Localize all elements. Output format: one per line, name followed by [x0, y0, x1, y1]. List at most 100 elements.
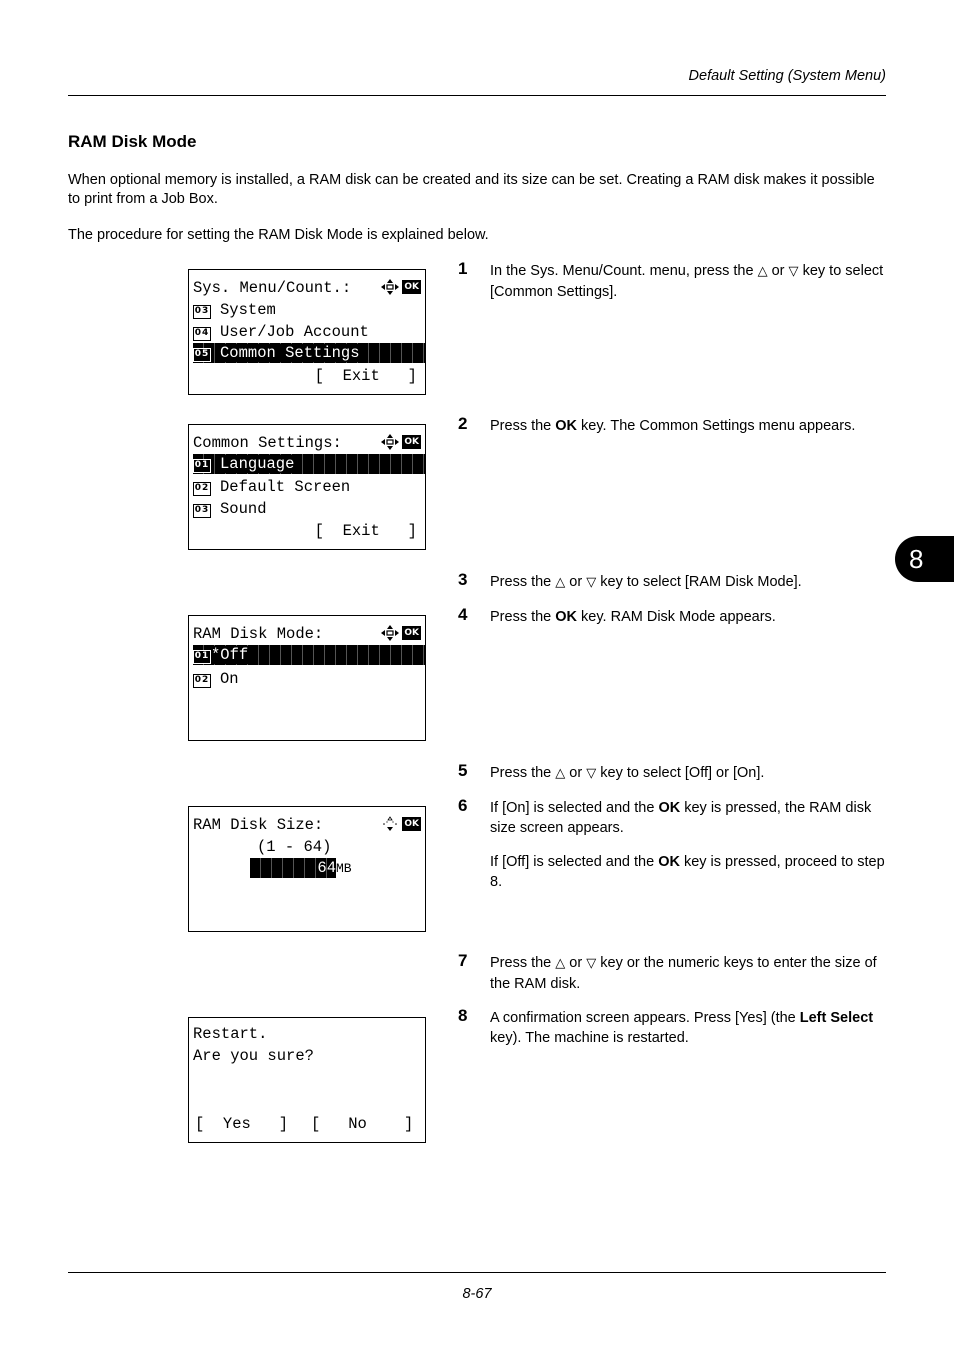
option-on[interactable]: 02 On	[193, 669, 425, 689]
text: key to select [RAM Disk Mode].	[596, 574, 802, 590]
intro-paragraph: When optional memory is installed, a RAM…	[68, 172, 875, 207]
item-label: *Off	[211, 646, 249, 664]
exit-softkey[interactable]: [ Exit ]	[315, 521, 417, 541]
text: A confirmation screen appears. Press [Ye…	[490, 1010, 800, 1026]
chapter-tab: 8	[895, 536, 954, 582]
text: Press the	[490, 609, 556, 625]
ok-key-icon: OK	[402, 435, 421, 449]
menu-item-language[interactable]: 01 Language	[193, 454, 425, 474]
text: or	[565, 574, 587, 590]
footer-rule	[68, 1272, 886, 1273]
step-number: 5	[458, 761, 468, 780]
item-label: System	[220, 301, 276, 319]
step-text: Press the △ or ▽ key to select [RAM Disk…	[490, 572, 888, 593]
yes-softkey[interactable]: [ Yes ]	[195, 1114, 288, 1134]
lcd-screen-common-settings: Common Settings: OK 01 Language 02 Default…	[188, 424, 426, 550]
text: If [Off] is selected and the	[490, 854, 659, 870]
text: key. RAM Disk Mode appears.	[577, 609, 776, 625]
step-text: Press the OK key. RAM Disk Mode appears.	[490, 607, 888, 627]
step-text: A confirmation screen appears. Press [Ye…	[490, 1008, 888, 1048]
text: or	[767, 263, 789, 279]
step-number: 4	[458, 605, 468, 624]
lcd-screen-restart-confirm: Restart. Are you sure? [ Yes ] [ No ]	[188, 1017, 426, 1143]
item-number: 01	[193, 459, 211, 473]
up-key-icon: △	[555, 575, 566, 590]
four-way-arrows-icon	[381, 434, 400, 450]
lcd-screen-ram-disk-size: RAM Disk Size: OK (1 - 64) 64MB	[188, 806, 426, 932]
item-number: 02	[193, 482, 211, 496]
ok-key-icon: OK	[402, 817, 421, 831]
ok-key-label: OK	[658, 800, 681, 816]
chapter-number: 8	[909, 543, 924, 574]
ok-key-label: OK	[555, 609, 578, 625]
up-key-icon: △	[757, 264, 768, 279]
nav-ok-indicator: OK	[381, 279, 421, 295]
step-number: 2	[458, 414, 468, 433]
exit-softkey[interactable]: [ Exit ]	[315, 366, 417, 386]
four-way-arrows-icon	[381, 625, 400, 641]
down-key-icon: ▽	[586, 956, 597, 971]
step-text: Press the △ or ▽ key to select [Off] or …	[490, 763, 888, 784]
item-label: On	[220, 670, 239, 688]
item-number: 03	[193, 305, 211, 319]
item-label: User/Job Account	[220, 323, 369, 341]
menu-item-sound[interactable]: 03 Sound	[193, 499, 425, 519]
option-off[interactable]: 01 *Off	[193, 645, 425, 665]
lcd-screen-ram-disk-mode: RAM Disk Mode: OK 01 *Off 02 On	[188, 615, 426, 741]
down-key-icon: ▽	[788, 264, 799, 279]
running-header: Default Setting (System Menu)	[688, 68, 886, 84]
ok-key-icon: OK	[402, 626, 421, 640]
item-number: 01	[193, 650, 211, 664]
item-number: 04	[193, 327, 211, 341]
ok-key-icon: OK	[402, 280, 421, 294]
menu-item-common-settings[interactable]: 05 Common Settings	[193, 343, 425, 363]
step-text: Press the △ or ▽ key or the numeric keys…	[490, 953, 888, 994]
no-softkey[interactable]: [ No ]	[311, 1114, 413, 1134]
procedure-intro: The procedure for setting the RAM Disk M…	[68, 227, 489, 243]
item-number: 03	[193, 504, 211, 518]
size-value-field[interactable]: 64	[250, 858, 336, 878]
ok-key-label: OK	[555, 418, 578, 434]
menu-item-user-job-account[interactable]: 04 User/Job Account	[193, 322, 425, 342]
text: Press the	[490, 955, 556, 971]
confirm-line-1: Restart.	[193, 1025, 268, 1043]
lcd-screen-sys-menu: Sys. Menu/Count.: OK 03 System 04 User/Job…	[188, 269, 426, 395]
text: key). The machine is restarted.	[490, 1030, 689, 1046]
ok-key-label: OK	[658, 854, 680, 870]
header-rule	[68, 95, 886, 96]
item-label: Sound	[220, 500, 267, 518]
page-number: 8-67	[462, 1286, 492, 1302]
text: key. The Common Settings menu appears.	[577, 418, 856, 434]
size-range: (1 - 64)	[257, 838, 332, 856]
step-number: 3	[458, 570, 468, 589]
left-select-key-label: Left Select	[799, 1010, 874, 1026]
text: If [On] is selected and the	[490, 800, 659, 816]
four-way-arrows-icon	[381, 279, 400, 295]
nav-ok-indicator: OK	[381, 625, 421, 641]
item-label: Default Screen	[220, 478, 351, 496]
step-text-note: If [Off] is selected and the OK key is p…	[490, 852, 888, 892]
up-down-arrows-icon	[383, 816, 398, 831]
menu-item-default-screen[interactable]: 02 Default Screen	[193, 477, 425, 497]
down-key-icon: ▽	[586, 575, 597, 590]
size-input-row: 64MB	[250, 858, 425, 878]
item-label: Common Settings	[220, 344, 360, 362]
up-key-icon: △	[555, 766, 566, 781]
step-text: Press the OK key. The Common Settings me…	[490, 416, 888, 436]
step-number: 1	[458, 259, 468, 278]
nav-ok-indicator: OK	[381, 434, 421, 450]
text: or	[565, 765, 587, 781]
text: Press the	[490, 574, 556, 590]
nav-ok-indicator: OK	[381, 816, 421, 832]
step-number: 6	[458, 796, 468, 815]
up-key-icon: △	[555, 956, 566, 971]
item-number: 05	[193, 348, 211, 362]
text: In the Sys. Menu/Count. menu, press the	[490, 263, 758, 279]
step-number: 8	[458, 1006, 468, 1025]
step-number: 7	[458, 951, 468, 970]
text: key to select [Off] or [On].	[596, 765, 765, 781]
text: Press the	[490, 765, 556, 781]
menu-item-system[interactable]: 03 System	[193, 300, 425, 320]
down-key-icon: ▽	[586, 766, 597, 781]
section-title: RAM Disk Mode	[68, 132, 197, 151]
